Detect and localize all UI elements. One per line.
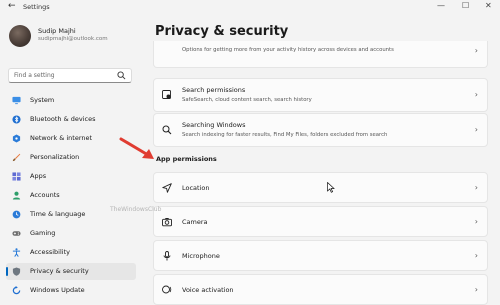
brush-icon bbox=[12, 153, 21, 162]
card-subtitle: Options for getting more from your activ… bbox=[182, 47, 394, 53]
accessibility-icon bbox=[12, 248, 21, 257]
section-heading: App permissions bbox=[156, 155, 217, 163]
chevron-right-icon: › bbox=[474, 285, 478, 294]
monitor-icon bbox=[12, 96, 21, 105]
microphone-icon bbox=[163, 251, 171, 261]
sidebar-item-privacy-security[interactable]: Privacy & security bbox=[6, 263, 136, 280]
magnifier-icon bbox=[162, 125, 172, 135]
page-title: Privacy & security bbox=[155, 24, 289, 39]
chevron-right-icon: › bbox=[474, 125, 478, 134]
mouse-cursor-icon bbox=[327, 182, 335, 193]
sidebar-item-label: Personalization bbox=[30, 153, 80, 161]
gamepad-icon bbox=[12, 231, 21, 236]
chevron-right-icon: › bbox=[474, 183, 478, 192]
activity-history-card[interactable]: Options for getting more from your activ… bbox=[153, 41, 488, 68]
sidebar-item-label: Privacy & security bbox=[30, 267, 89, 275]
watermark: TheWindowsClub bbox=[110, 206, 161, 213]
watermark-text: TheWindowsClub bbox=[110, 206, 162, 213]
sidebar-item-label: Windows Update bbox=[30, 286, 85, 294]
sidebar-item-label: Apps bbox=[30, 172, 47, 180]
location-card[interactable]: Location › bbox=[153, 172, 488, 203]
card-title: Searching Windows bbox=[182, 121, 246, 129]
sidebar-item-accounts[interactable]: Accounts bbox=[6, 187, 136, 204]
sidebar-item-label: Network & internet bbox=[30, 134, 93, 142]
voice-icon bbox=[162, 285, 172, 294]
voice-activation-card[interactable]: Voice activation › bbox=[153, 274, 488, 305]
shield-icon bbox=[12, 267, 21, 276]
sidebar-item-label: Bluetooth & devices bbox=[30, 115, 96, 123]
sidebar-item-label: Time & language bbox=[30, 210, 86, 218]
sidebar-item-apps[interactable]: Apps bbox=[6, 168, 136, 185]
chevron-right-icon: › bbox=[474, 46, 478, 55]
annotation-arrow-icon bbox=[119, 137, 154, 159]
card-subtitle: SafeSearch, cloud content search, search… bbox=[182, 97, 312, 103]
search-icon[interactable] bbox=[117, 71, 126, 80]
maximize-button[interactable]: ☐ bbox=[462, 1, 469, 10]
sidebar-item-gaming[interactable]: Gaming bbox=[6, 225, 136, 242]
sidebar-item-network[interactable]: Network & internet bbox=[6, 130, 136, 147]
update-icon bbox=[12, 286, 21, 295]
card-title: Voice activation bbox=[182, 286, 234, 294]
search-box[interactable]: Find a setting bbox=[8, 68, 132, 83]
close-button[interactable]: ✕ bbox=[485, 1, 492, 10]
back-arrow-icon[interactable]: ← bbox=[8, 1, 16, 11]
globe-clock-icon bbox=[12, 210, 21, 219]
active-indicator bbox=[6, 267, 8, 276]
card-title: Camera bbox=[182, 218, 208, 226]
location-icon bbox=[162, 183, 172, 193]
chevron-right-icon: › bbox=[474, 90, 478, 99]
microphone-card[interactable]: Microphone › bbox=[153, 240, 488, 271]
sidebar-item-label: Gaming bbox=[30, 229, 56, 237]
main-content: Privacy & security Options for getting m… bbox=[145, 16, 500, 305]
sidebar-item-personalization[interactable]: Personalization bbox=[6, 149, 136, 166]
window-title: Settings bbox=[23, 3, 50, 11]
card-title: Microphone bbox=[182, 252, 220, 260]
sidebar-item-label: System bbox=[30, 96, 55, 104]
user-email: sudipmajhi@outlook.com bbox=[38, 36, 108, 42]
search-input[interactable]: Find a setting bbox=[14, 72, 55, 79]
card-subtitle: Search indexing for faster results, Find… bbox=[182, 132, 388, 138]
card-title: Location bbox=[182, 184, 210, 192]
chevron-right-icon: › bbox=[474, 217, 478, 226]
chevron-right-icon: › bbox=[474, 251, 478, 260]
minimize-button[interactable]: — bbox=[437, 1, 445, 10]
camera-icon bbox=[162, 218, 172, 227]
sidebar-item-label: Accessibility bbox=[30, 248, 70, 256]
user-name: Sudip Majhi bbox=[38, 27, 76, 35]
searching-windows-card[interactable]: Searching Windows Search indexing for fa… bbox=[153, 113, 488, 147]
apps-icon bbox=[12, 172, 21, 181]
bluetooth-icon bbox=[12, 115, 21, 124]
sidebar-item-accessibility[interactable]: Accessibility bbox=[6, 244, 136, 261]
camera-card[interactable]: Camera › bbox=[153, 206, 488, 237]
title-bar: ← Settings — ☐ ✕ bbox=[0, 0, 500, 16]
search-permissions-icon bbox=[162, 90, 171, 99]
sidebar-item-bluetooth-devices[interactable]: Bluetooth & devices bbox=[6, 111, 136, 128]
sidebar-item-system[interactable]: System bbox=[6, 92, 136, 109]
card-title: Search permissions bbox=[182, 86, 246, 94]
avatar[interactable] bbox=[9, 25, 31, 47]
sidebar-item-label: Accounts bbox=[30, 191, 60, 199]
sidebar-item-windows-update[interactable]: Windows Update bbox=[6, 282, 136, 299]
search-permissions-card[interactable]: Search permissions SafeSearch, cloud con… bbox=[153, 78, 488, 112]
network-icon bbox=[12, 134, 21, 143]
accounts-icon bbox=[12, 191, 21, 200]
